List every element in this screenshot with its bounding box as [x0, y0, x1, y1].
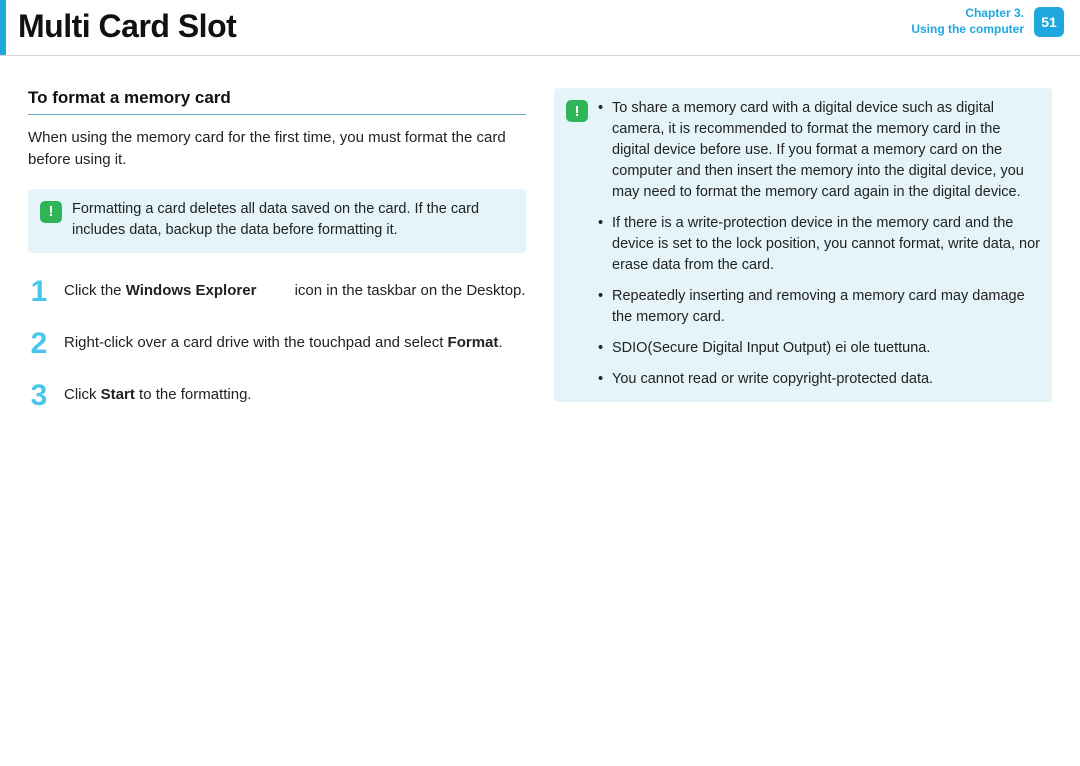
note-list-item: If there is a write-protection device in…: [598, 213, 1040, 276]
section-heading: To format a memory card: [28, 88, 526, 115]
page-number-badge: 51: [1034, 7, 1064, 37]
warning-note-text: Formatting a card deletes all data saved…: [72, 199, 514, 241]
step-text: Right-click over a card drive with the t…: [64, 329, 503, 359]
step-item: 3 Click Start to the formatting.: [28, 381, 526, 411]
chapter-subtitle: Using the computer: [911, 22, 1024, 38]
intro-text: When using the memory card for the first…: [28, 127, 526, 171]
note-list-item: SDIO(Secure Digital Input Output) ei ole…: [598, 338, 1040, 359]
step-number: 2: [28, 329, 50, 359]
note-list-item: To share a memory card with a digital de…: [598, 98, 1040, 203]
step-number: 3: [28, 381, 50, 411]
warning-note-list-wrap: To share a memory card with a digital de…: [598, 98, 1040, 390]
steps-list: 1 Click the Windows Explorer icon in the…: [28, 277, 526, 411]
warning-note-left: ! Formatting a card deletes all data sav…: [28, 189, 526, 253]
page-title: Multi Card Slot: [18, 0, 236, 42]
right-column: ! To share a memory card with a digital …: [554, 88, 1052, 433]
step-item: 2 Right-click over a card drive with the…: [28, 329, 526, 359]
chapter-label: Chapter 3.: [911, 6, 1024, 22]
chapter-block: Chapter 3. Using the computer 51: [911, 6, 1064, 37]
note-list-item: Repeatedly inserting and removing a memo…: [598, 286, 1040, 328]
left-column: To format a memory card When using the m…: [28, 88, 526, 433]
step-text: Click the Windows Explorer icon in the t…: [64, 277, 526, 307]
chapter-text: Chapter 3. Using the computer: [911, 6, 1024, 37]
warning-note-list: To share a memory card with a digital de…: [598, 98, 1040, 390]
warning-note-right: ! To share a memory card with a digital …: [554, 88, 1052, 402]
page-number: 51: [1041, 14, 1057, 30]
exclamation-icon: !: [40, 201, 62, 223]
page-header: Multi Card Slot Chapter 3. Using the com…: [0, 0, 1080, 55]
exclamation-icon: !: [566, 100, 588, 122]
step-number: 1: [28, 277, 50, 307]
content-columns: To format a memory card When using the m…: [0, 56, 1080, 433]
step-item: 1 Click the Windows Explorer icon in the…: [28, 277, 526, 307]
step-text: Click Start to the formatting.: [64, 381, 252, 411]
note-list-item: You cannot read or write copyright-prote…: [598, 369, 1040, 390]
